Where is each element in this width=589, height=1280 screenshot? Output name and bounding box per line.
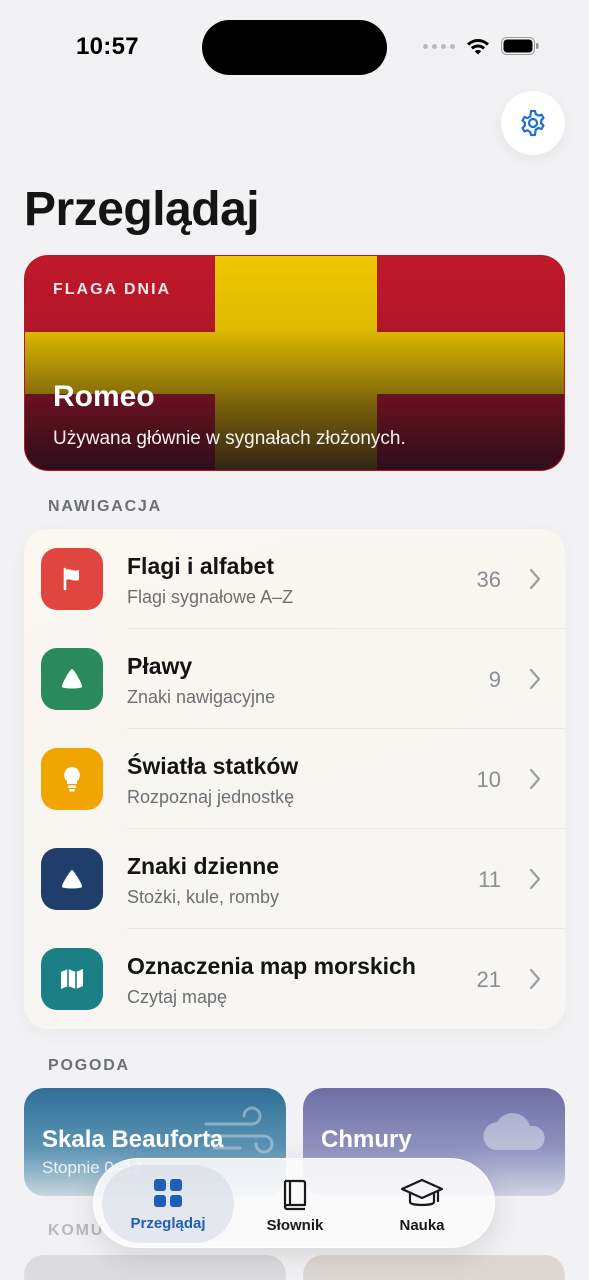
chevron-right-icon (529, 868, 541, 890)
next-card-right[interactable] (303, 1255, 565, 1280)
tab-browse[interactable]: Przeglądaj (102, 1165, 234, 1243)
next-card-left[interactable] (24, 1255, 286, 1280)
nav-item-title: Flagi i alfabet (127, 553, 274, 579)
flag-of-day-card[interactable]: FLAGA DNIA Romeo Używana głównie w sygna… (24, 255, 565, 471)
triangle-icon (41, 848, 103, 910)
status-icons (423, 36, 539, 56)
status-bar: 10:57 (0, 0, 589, 96)
chevron-right-icon (529, 968, 541, 990)
tab-label: Słownik (266, 1217, 324, 1234)
weather-card-title: Chmury (321, 1126, 412, 1153)
nav-item-count: 11 (478, 867, 501, 892)
nav-item-subtitle: Czytaj mapę (127, 987, 228, 1007)
status-time: 10:57 (76, 33, 139, 60)
dynamic-island (202, 20, 387, 75)
chevron-right-icon (529, 668, 541, 690)
page-title: Przeglądaj (24, 183, 260, 236)
lightbulb-icon (41, 748, 103, 810)
nav-item-subtitle: Stożki, kule, romby (127, 887, 280, 907)
nav-item-subtitle: Flagi sygnałowe A–Z (127, 587, 294, 607)
book-icon (283, 1179, 307, 1211)
nav-item-count: 36 (476, 567, 501, 592)
nav-item-ship-lights[interactable]: Światła statków Rozpoznaj jednostkę 10 (24, 729, 565, 829)
cloud-icon (483, 1113, 545, 1150)
map-icon (41, 948, 103, 1010)
battery-icon (501, 37, 539, 55)
flag-description: Używana głównie w sygnałach złożonych. (53, 428, 406, 449)
flag-icon (41, 548, 103, 610)
grid-icon (154, 1179, 182, 1207)
chevron-right-icon (529, 768, 541, 790)
tab-learn[interactable]: Nauka (356, 1165, 488, 1243)
section-label-navigation: NAWIGACJA (48, 498, 162, 515)
nav-item-title: Oznaczenia map morskich (127, 953, 416, 979)
graduation-cap-icon (400, 1178, 444, 1207)
tab-bar: Przeglądaj Słownik Nauka (93, 1158, 495, 1248)
gear-icon (521, 109, 545, 137)
nav-item-title: Pławy (127, 653, 193, 679)
weather-card-title: Skala Beauforta (42, 1126, 224, 1153)
nav-item-count: 21 (476, 967, 501, 992)
flag-name: Romeo (53, 380, 155, 413)
flag-of-day-label: FLAGA DNIA (53, 281, 172, 298)
chevron-right-icon (529, 568, 541, 590)
section-label-weather: POGODA (48, 1057, 130, 1074)
tab-label: Nauka (399, 1217, 445, 1234)
wifi-icon (467, 39, 489, 55)
tab-dictionary[interactable]: Słownik (229, 1165, 361, 1243)
nav-item-chart-symbols[interactable]: Oznaczenia map morskich Czytaj mapę 21 (24, 929, 565, 1029)
nav-item-subtitle: Rozpoznaj jednostkę (127, 787, 295, 807)
section-label-next: KOMU (48, 1222, 105, 1239)
nav-item-title: Znaki dzienne (127, 853, 280, 879)
settings-button[interactable] (501, 91, 565, 155)
tab-label: Przeglądaj (130, 1215, 206, 1232)
nav-item-count: 9 (488, 667, 501, 692)
nav-item-buoys[interactable]: Pławy Znaki nawigacyjne 9 (24, 629, 565, 729)
nav-item-count: 10 (476, 767, 501, 792)
nav-item-day-shapes[interactable]: Znaki dzienne Stożki, kule, romby 11 (24, 829, 565, 929)
signal-icon (423, 43, 455, 49)
buoy-icon (41, 648, 103, 710)
nav-item-title: Światła statków (127, 753, 299, 779)
nav-item-flags[interactable]: Flagi i alfabet Flagi sygnałowe A–Z 36 (24, 529, 565, 629)
nav-item-subtitle: Znaki nawigacyjne (127, 687, 276, 707)
navigation-list: Flagi i alfabet Flagi sygnałowe A–Z 36 P… (24, 529, 565, 1029)
